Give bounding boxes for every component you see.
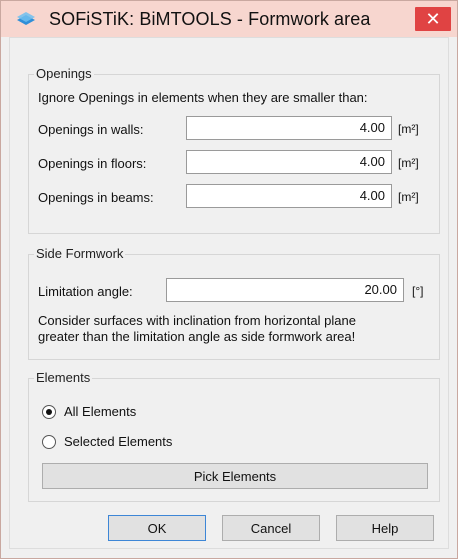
openings-beams-label: Openings in beams:: [38, 190, 154, 205]
cancel-button[interactable]: Cancel: [222, 515, 320, 541]
sofistik-app-icon: [17, 12, 35, 25]
close-button[interactable]: ✕: [415, 7, 451, 31]
radio-selected-dot: [46, 409, 52, 415]
openings-beams-field[interactable]: 4.00: [186, 184, 392, 208]
openings-group-label: Openings: [34, 66, 94, 81]
openings-floors-field[interactable]: 4.00: [186, 150, 392, 174]
openings-beams-unit: [m²]: [398, 190, 419, 204]
all-elements-label[interactable]: All Elements: [64, 404, 136, 419]
selected-elements-label[interactable]: Selected Elements: [64, 434, 172, 449]
selected-elements-radio[interactable]: [42, 435, 56, 449]
side-formwork-description-line2: greater than the limitation angle as sid…: [38, 329, 356, 344]
openings-floors-unit: [m²]: [398, 156, 419, 170]
elements-group-label: Elements: [34, 370, 93, 385]
formwork-area-dialog: SOFiSTiK: BiMTOOLS - Formwork area ✕ Ope…: [0, 0, 458, 559]
help-button[interactable]: Help: [336, 515, 434, 541]
side-formwork-description-line1: Consider surfaces with inclination from …: [38, 313, 356, 328]
window-title: SOFiSTiK: BiMTOOLS - Formwork area: [49, 9, 371, 29]
all-elements-radio[interactable]: [42, 405, 56, 419]
limitation-angle-unit: [°]: [412, 284, 424, 298]
openings-floors-label: Openings in floors:: [38, 156, 147, 171]
ok-button[interactable]: OK: [108, 515, 206, 541]
dialog-content: Openings Ignore Openings in elements whe…: [9, 37, 449, 549]
title-bar[interactable]: SOFiSTiK: BiMTOOLS - Formwork area ✕: [1, 1, 457, 37]
side-formwork-group-label: Side Formwork: [34, 246, 126, 261]
limitation-angle-label: Limitation angle:: [38, 284, 133, 299]
pick-elements-button[interactable]: Pick Elements: [42, 463, 428, 489]
openings-walls-field[interactable]: 4.00: [186, 116, 392, 140]
openings-walls-label: Openings in walls:: [38, 122, 144, 137]
openings-instruction: Ignore Openings in elements when they ar…: [38, 90, 368, 105]
openings-walls-unit: [m²]: [398, 122, 419, 136]
limitation-angle-field[interactable]: 20.00: [166, 278, 404, 302]
close-icon: ✕: [425, 8, 441, 29]
